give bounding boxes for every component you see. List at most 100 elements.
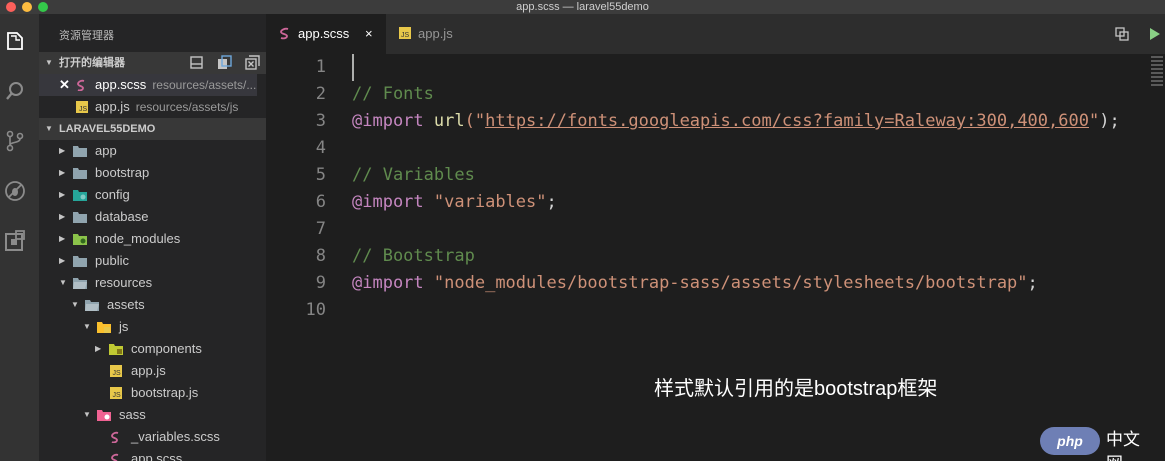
code-text: @import url("https://fonts.googleapis.co… [352, 108, 1120, 135]
project-label: LARAVEL55DEMO [59, 123, 156, 135]
tab-close-button[interactable]: × [365, 14, 373, 54]
code-token[interactable]: https://fonts.googleapis.com/css?family=… [485, 111, 1089, 131]
save-all-icon[interactable] [217, 55, 232, 70]
code-token: "node_modules/bootstrap-sass/assets/styl… [433, 273, 1028, 293]
tree-item[interactable]: ▶ components [39, 338, 257, 360]
close-icon[interactable]: ✕ [59, 74, 70, 96]
chevron-right-icon: ▶ [59, 168, 66, 177]
tree-item-label: components [131, 341, 202, 356]
code-token: @import [352, 192, 424, 212]
open-editors-label: 打开的编辑器 [59, 57, 125, 69]
tab-label: app.js [418, 26, 453, 41]
tree-item-label: public [95, 253, 129, 268]
line-number: 7 [315, 219, 326, 239]
tree-item[interactable]: ▶ public [39, 250, 257, 272]
tree-item[interactable]: ▶ config [39, 184, 257, 206]
close-all-icon[interactable] [245, 55, 260, 70]
folder-icon [73, 145, 87, 157]
annotation-text: 样式默认引用的是bootstrap框架 [654, 378, 938, 400]
components-folder-icon [109, 343, 123, 355]
code-token: @import [352, 273, 424, 293]
chevron-right-icon: ▶ [59, 190, 66, 199]
code-token: (" [464, 111, 486, 131]
tab-app-js[interactable]: JS app.js [386, 14, 506, 54]
explorer-sidebar: 资源管理器 ▼ 打开的编辑器 ✕ app.scss resources/asset… [39, 14, 266, 461]
chevron-right-icon: ▶ [59, 234, 66, 243]
tree-item[interactable]: JS bootstrap.js [39, 382, 257, 404]
code-token: " [1088, 111, 1100, 131]
js-icon: JS [109, 365, 123, 377]
tree-item[interactable]: ▼ sass [39, 404, 257, 426]
tree-item[interactable]: ▶ bootstrap [39, 162, 257, 184]
sass-icon [109, 431, 123, 443]
code-line: 1 [266, 54, 1165, 81]
code-line: 2 // Fonts [266, 81, 1165, 108]
tree-item[interactable]: _variables.scss [39, 426, 257, 448]
code-editor[interactable]: 1 2 // Fonts 3 @import url("https://fonts.go… [266, 54, 1165, 461]
chevron-down-icon: ▼ [83, 322, 91, 331]
run-icon[interactable] [1147, 27, 1161, 41]
watermark-text: 中文网 [1106, 430, 1140, 461]
tab-app-scss[interactable]: app.scss × [266, 14, 386, 54]
activity-bar [0, 14, 39, 461]
open-editor-name: app.scss [95, 77, 147, 92]
code-token: // Fonts [352, 84, 434, 104]
search-icon[interactable] [4, 80, 26, 102]
js-folder-icon [97, 321, 111, 333]
code-token: ; [546, 192, 557, 212]
open-changes-icon[interactable] [1114, 27, 1129, 41]
tree-item[interactable]: ▶ app [39, 140, 257, 162]
explorer-icon[interactable] [4, 30, 26, 52]
svg-text:JS: JS [79, 106, 88, 113]
project-header[interactable]: ▼ LARAVEL55DEMO [39, 118, 266, 140]
open-editor-app-js[interactable]: JS app.js resources/assets/js [39, 96, 257, 118]
code-line: 9 @import "node_modules/bootstrap-sass/as… [266, 270, 1165, 297]
open-editor-path: resources/assets/js [135, 100, 239, 114]
chevron-down-icon: ▼ [45, 124, 53, 133]
open-editor-name: app.js [95, 99, 130, 114]
extensions-icon[interactable] [4, 230, 26, 252]
code-token: ; [1027, 273, 1038, 293]
code-token: @import [352, 111, 424, 131]
tree-item[interactable]: ▶ database [39, 206, 257, 228]
tree-item[interactable]: ▼ js [39, 316, 257, 338]
code-token: // Variables [352, 165, 475, 185]
minimap[interactable] [1151, 54, 1165, 114]
code-line: 5 // Variables [266, 162, 1165, 189]
chevron-right-icon: ▶ [59, 212, 66, 221]
tree-item[interactable]: ▼ assets [39, 294, 257, 316]
chevron-down-icon: ▼ [71, 300, 79, 309]
debug-icon[interactable] [4, 180, 26, 202]
line-number: 5 [315, 165, 326, 185]
sass-icon [278, 26, 292, 40]
folder-icon [73, 167, 87, 179]
tree-item-label: assets [107, 297, 145, 312]
code-token: // Bootstrap [352, 246, 475, 266]
line-number: 2 [315, 84, 326, 104]
code-text: // Bootstrap [352, 243, 475, 270]
code-line: 7 [266, 216, 1165, 243]
new-untitled-file-icon[interactable] [189, 55, 204, 70]
config-folder-icon [73, 189, 87, 201]
tree-item-label: node_modules [95, 231, 181, 246]
line-number: 3 [315, 111, 326, 131]
tree-item-label: _variables.scss [131, 429, 220, 444]
tree-item[interactable]: ▶ node_modules [39, 228, 257, 250]
code-text: // Variables [352, 162, 475, 189]
tree-item-label: bootstrap.js [131, 385, 199, 400]
source-control-icon[interactable] [4, 130, 26, 152]
open-editors-header[interactable]: ▼ 打开的编辑器 [39, 52, 266, 74]
tree-item[interactable]: app.scss [39, 448, 257, 461]
open-editor-app-scss[interactable]: ✕ app.scss resources/assets/... [39, 74, 257, 96]
tree-item[interactable]: JS app.js [39, 360, 257, 382]
editor-tab-bar: app.scss × JS app.js [266, 14, 1165, 54]
folder-icon [73, 255, 87, 267]
tab-label: app.scss [298, 26, 350, 41]
svg-text:JS: JS [113, 392, 122, 399]
line-number: 8 [315, 246, 326, 266]
window-title: app.scss — laravel55demo [516, 1, 649, 13]
line-number: 6 [315, 192, 326, 212]
tree-item[interactable]: ▼ resources [39, 272, 257, 294]
